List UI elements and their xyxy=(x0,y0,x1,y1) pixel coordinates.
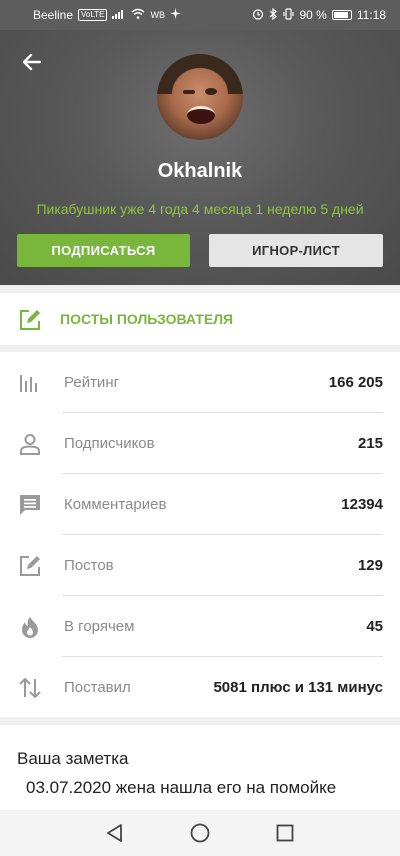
person-icon xyxy=(18,432,42,456)
avatar[interactable] xyxy=(157,54,243,140)
nav-recents-icon[interactable] xyxy=(274,822,296,844)
stat-subscribers[interactable]: Подписчиков 215 xyxy=(0,413,400,474)
note-title: Ваша заметка xyxy=(17,749,129,768)
bluetooth-icon xyxy=(269,7,277,23)
stat-hot[interactable]: В горячем 45 xyxy=(0,596,400,657)
edit-icon xyxy=(18,554,42,578)
stat-label: Комментариев xyxy=(64,496,167,513)
user-note[interactable]: Ваша заметка 03.07.2020 жена нашла его н… xyxy=(0,725,400,810)
wifi-icon xyxy=(131,8,145,22)
stat-value: 12394 xyxy=(341,496,383,513)
stat-label: Подписчиков xyxy=(64,435,155,452)
stat-value: 5081 плюс и 131 минус xyxy=(213,679,383,696)
stat-votes: Поставил 5081 плюс и 131 минус xyxy=(0,657,400,718)
stat-value: 166 205 xyxy=(328,374,383,391)
stat-posts[interactable]: Постов 129 xyxy=(0,535,400,596)
tenure-text: Пикабушник уже 4 года 4 месяца 1 неделю … xyxy=(36,201,364,217)
stat-label: В горячем xyxy=(64,618,135,635)
user-posts-label: ПОСТЫ ПОЛЬЗОВАТЕЛЯ xyxy=(60,311,234,327)
ignore-list-button[interactable]: ИГНОР-ЛИСТ xyxy=(209,234,383,267)
system-nav-bar xyxy=(0,810,400,856)
nav-back-icon[interactable] xyxy=(104,822,126,844)
volte-badge: VoLTE xyxy=(78,9,108,21)
stats-list: Рейтинг 166 205 Подписчиков 215 Коммента… xyxy=(0,352,400,717)
stat-label: Поставил xyxy=(64,679,131,696)
vibrate-icon xyxy=(282,7,295,23)
stat-value: 215 xyxy=(357,435,383,452)
battery-icon xyxy=(331,10,352,20)
bar-chart-icon xyxy=(18,371,42,395)
flame-icon xyxy=(18,615,42,639)
subscribe-button[interactable]: ПОДПИСАТЬСЯ xyxy=(17,234,190,267)
note-text[interactable]: 03.07.2020 жена нашла его на помойке xyxy=(26,778,336,798)
carrier-name: Beeline xyxy=(33,8,74,22)
stat-value: 45 xyxy=(366,618,383,635)
stat-value: 129 xyxy=(357,557,383,574)
battery-percent: 90 % xyxy=(299,8,327,22)
signal-icon xyxy=(112,8,126,22)
clock: 11:18 xyxy=(356,8,386,22)
status-bar: Beeline VoLTE WB 90 % 11:18 xyxy=(0,0,400,30)
wb-text: WB xyxy=(150,10,165,20)
user-posts-link[interactable]: ПОСТЫ ПОЛЬЗОВАТЕЛЯ xyxy=(0,293,400,345)
app-notification-icon xyxy=(169,8,181,22)
alarm-icon xyxy=(252,8,264,23)
back-arrow-icon[interactable] xyxy=(18,48,46,76)
comment-icon xyxy=(18,493,42,517)
sort-arrows-icon xyxy=(18,676,42,700)
stat-label: Постов xyxy=(64,557,114,574)
stat-comments[interactable]: Комментариев 12394 xyxy=(0,474,400,535)
stat-rating: Рейтинг 166 205 xyxy=(0,352,400,413)
username: Okhalnik xyxy=(157,160,243,182)
profile-header: Okhalnik Пикабушник уже 4 года 4 месяца … xyxy=(0,30,400,285)
nav-home-icon[interactable] xyxy=(189,822,211,844)
edit-icon xyxy=(18,308,42,337)
stat-label: Рейтинг xyxy=(64,374,120,391)
